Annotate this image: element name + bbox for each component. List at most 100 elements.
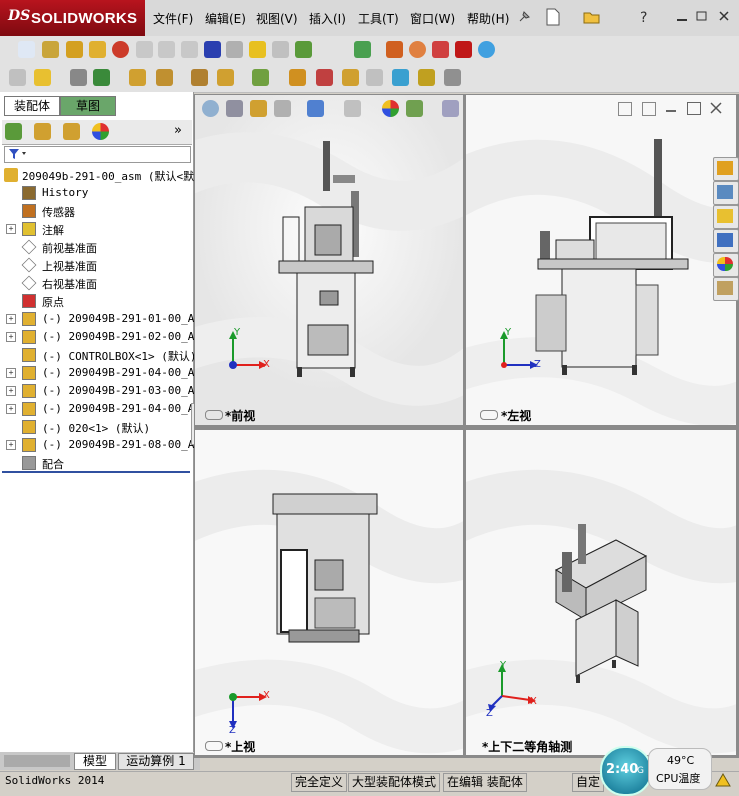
performance-icon[interactable] [112, 41, 129, 58]
appearances-pane-icon[interactable] [713, 253, 739, 277]
tree-item[interactable]: (-) CONTROLBOX<1> (默认) [0, 346, 196, 364]
viewport-top[interactable]: X Z *上视 [195, 430, 463, 755]
tree-item[interactable]: + (-) 209049B-291-01-00_ASM [0, 310, 208, 328]
viewport-restore-icon[interactable] [687, 102, 701, 115]
viewport-left[interactable]: Y Z *左视 [466, 95, 736, 425]
rebuild-status-icon[interactable] [714, 772, 732, 788]
insert-component-icon[interactable] [9, 69, 26, 86]
viewport-front[interactable]: Y X *前视 [195, 95, 463, 425]
cpu-usage-gauge[interactable]: 2:40 G [600, 746, 652, 796]
new-part-icon[interactable] [34, 69, 51, 86]
new-document-icon[interactable] [545, 8, 561, 26]
front-link-icon[interactable] [205, 410, 223, 420]
tree-item[interactable]: 前视基准面 [0, 238, 192, 256]
compare-icon[interactable] [295, 41, 312, 58]
expand-icon[interactable]: + [6, 332, 16, 342]
expand-icon[interactable]: + [6, 314, 16, 324]
move-component-icon[interactable] [156, 69, 173, 86]
thickness-icon[interactable] [409, 41, 426, 58]
viewport-minimize-icon[interactable] [666, 110, 676, 112]
view-orientation-icon[interactable] [307, 100, 324, 117]
tree-item[interactable]: + (-) 209049B-291-04-00_ASM [0, 364, 208, 382]
viewport-tile2-icon[interactable] [642, 102, 656, 116]
reference-geometry-icon[interactable] [252, 69, 269, 86]
show-hidden-icon[interactable] [191, 69, 208, 86]
restore-icon[interactable] [696, 10, 708, 22]
tree-item[interactable]: + 注解 [0, 220, 192, 238]
view-palette-icon[interactable] [713, 229, 739, 253]
menu-insert[interactable]: 插入(I) [309, 10, 346, 27]
tree-item[interactable]: 原点 [0, 292, 192, 310]
zoom-fit-icon[interactable] [202, 100, 219, 117]
expand-icon[interactable]: + [6, 368, 16, 378]
section-view-icon[interactable] [274, 100, 291, 117]
display-style-icon[interactable] [344, 100, 361, 117]
warning-icon[interactable] [249, 41, 266, 58]
help-icon[interactable]: ? [638, 8, 654, 26]
expand-panel-icon[interactable]: » [174, 123, 182, 138]
tree-item[interactable]: + (-) 209049B-291-04-00_ASM [0, 400, 208, 418]
open-folder-icon[interactable] [583, 8, 601, 26]
rollback-bar[interactable] [2, 471, 190, 473]
previous-view-icon[interactable] [250, 100, 267, 117]
solidworks-logo[interactable]: DS SOLIDWORKS [0, 0, 145, 36]
expand-icon[interactable]: + [6, 440, 16, 450]
tree-item[interactable]: + (-) 209049B-291-02-00_ASM [0, 328, 208, 346]
appearance-icon[interactable] [382, 100, 399, 117]
menu-tools[interactable]: 工具(T) [358, 10, 399, 27]
section-properties-icon[interactable] [89, 41, 106, 58]
zoom-area-icon[interactable] [226, 100, 243, 117]
tree-item[interactable]: 上视基准面 [0, 256, 192, 274]
update-speedpak-icon[interactable] [418, 69, 435, 86]
configuration-manager-icon[interactable] [63, 123, 80, 140]
status-custom[interactable]: 自定 [572, 773, 605, 792]
deviation-icon[interactable] [386, 41, 403, 58]
tree-item[interactable]: 配合 [0, 454, 192, 472]
tree-root[interactable]: 209049b-291-00_asm (默认<默 [0, 166, 194, 184]
menu-help[interactable]: 帮助(H) [467, 10, 509, 27]
mass-properties-icon[interactable] [66, 41, 83, 58]
menu-window[interactable]: 窗口(W) [410, 10, 455, 27]
zebra-icon[interactable] [455, 41, 472, 58]
tab-sketch[interactable]: 草图 [60, 96, 116, 116]
new-motion-study-icon[interactable] [289, 69, 306, 86]
symmetry-icon[interactable] [272, 41, 289, 58]
view-settings-icon[interactable] [442, 100, 459, 117]
menu-file[interactable]: 文件(F) [153, 10, 193, 27]
tree-item[interactable]: (-) 020<1> (默认) [0, 418, 192, 436]
design-library-icon[interactable] [713, 181, 739, 205]
solidworks-resources-icon[interactable] [713, 157, 739, 181]
menu-edit[interactable]: 编辑(E) [205, 10, 246, 27]
tab-assembly[interactable]: 装配体 [4, 96, 60, 116]
geometry-analysis-icon[interactable] [226, 41, 243, 58]
tree-item[interactable]: 传感器 [0, 202, 192, 220]
assembly-features-icon[interactable] [217, 69, 234, 86]
import-diagnostics-icon[interactable] [354, 41, 371, 58]
close-icon[interactable] [718, 10, 730, 22]
property-manager-icon[interactable] [34, 123, 51, 140]
draft-analysis-icon[interactable] [432, 41, 449, 58]
minimize-icon[interactable] [676, 10, 688, 22]
scene-icon[interactable] [406, 100, 423, 117]
tab-motion-study[interactable]: 运动算例 1 [118, 753, 194, 770]
mate-icon[interactable] [70, 69, 87, 86]
tab-scroll-arrows[interactable] [4, 755, 70, 767]
feature-manager-icon[interactable] [5, 123, 22, 140]
filter-input[interactable] [4, 146, 191, 163]
linear-pattern-icon[interactable] [93, 69, 110, 86]
take-snapshot-icon[interactable] [444, 69, 461, 86]
tree-item[interactable]: + (-) 209049B-291-08-00_ASM [0, 436, 208, 454]
expand-icon[interactable]: + [6, 404, 16, 414]
tab-model[interactable]: 模型 [74, 753, 116, 770]
menu-view[interactable]: 视图(V) [256, 10, 298, 27]
custom-properties-icon[interactable] [713, 277, 739, 301]
exploded-view-icon[interactable] [342, 69, 359, 86]
spell-check-icon[interactable] [18, 41, 35, 58]
tree-item[interactable]: History [0, 184, 192, 202]
viewport-tile-icon[interactable] [618, 102, 632, 116]
viewport-close-icon[interactable] [710, 102, 722, 114]
tree-item[interactable]: 右视基准面 [0, 274, 192, 292]
explode-line-icon[interactable] [366, 69, 383, 86]
top-link-icon[interactable] [205, 741, 223, 751]
curvature-icon[interactable] [478, 41, 495, 58]
